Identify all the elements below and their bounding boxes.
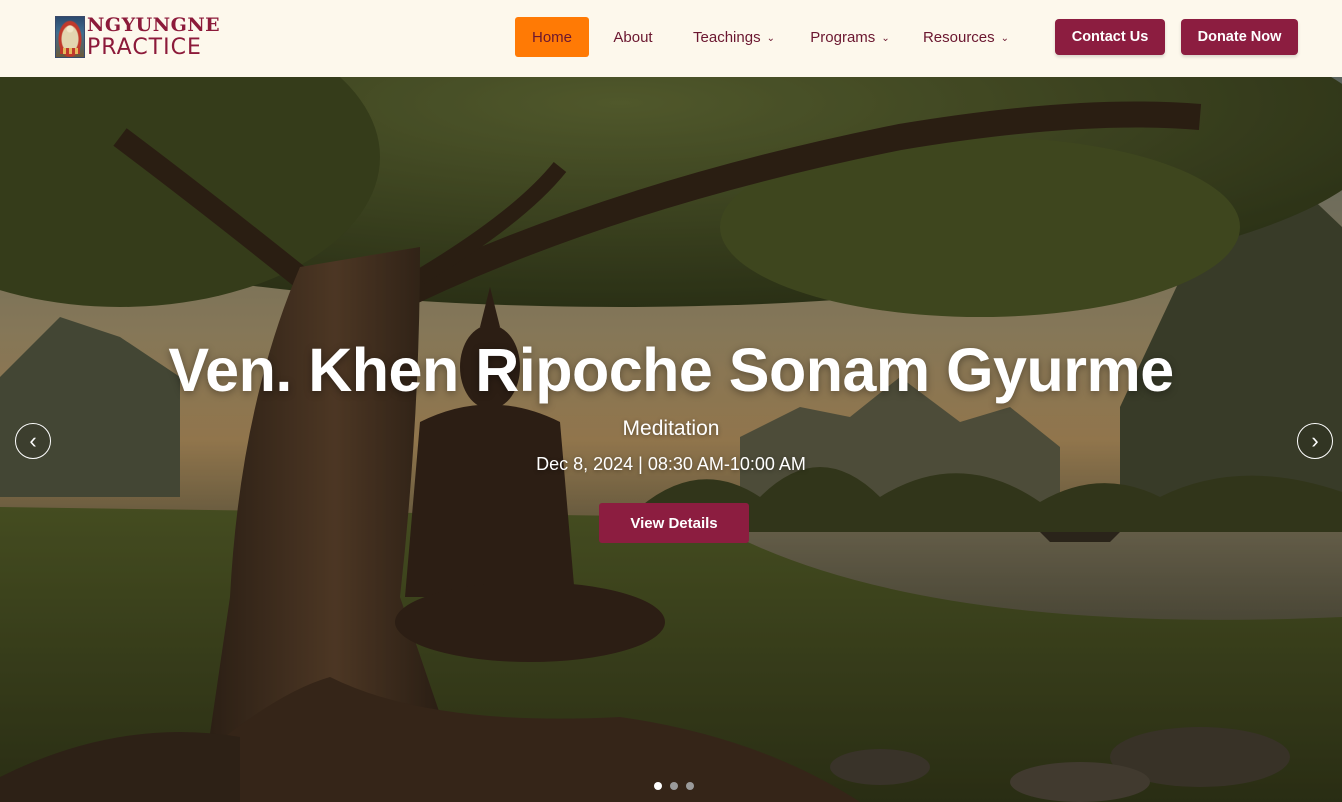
carousel-prev-button[interactable]: ‹ (15, 423, 51, 459)
hero-subtitle: Meditation (622, 417, 720, 440)
nav-item-home[interactable]: Home (515, 17, 589, 57)
nav-item-label: Teachings (693, 28, 761, 46)
site-header: NGYUNGNE PRACTICE Home About Teachings ⌄… (0, 0, 1342, 77)
hero-carousel: Ven. Khen Ripoche Sonam Gyurme Meditatio… (0, 77, 1342, 802)
nav-item-about[interactable]: About (593, 17, 673, 57)
carousel-dots (654, 782, 694, 790)
chevron-left-icon: ‹ (29, 428, 37, 453)
chevron-right-icon: › (1311, 428, 1319, 453)
nav-item-label: Home (531, 28, 572, 46)
donate-now-button[interactable]: Donate Now (1181, 19, 1298, 55)
carousel-dot-3[interactable] (686, 782, 694, 790)
contact-us-button[interactable]: Contact Us (1055, 19, 1165, 55)
chevron-down-icon: ⌄ (881, 32, 890, 44)
main-nav: Home About Teachings ⌄ Programs ⌄ Resour… (515, 17, 1021, 57)
carousel-dot-1[interactable] (654, 782, 662, 790)
logo-text-line2: PRACTICE (87, 35, 202, 60)
hero-event-date: Dec 8, 2024 | 08:30 AM-10:00 AM (536, 454, 806, 474)
chevron-down-icon: ⌄ (766, 32, 775, 44)
carousel-dot-2[interactable] (670, 782, 678, 790)
nav-item-label: About (613, 28, 653, 46)
nav-item-programs[interactable]: Programs ⌄ (795, 17, 905, 57)
nav-item-resources[interactable]: Resources ⌄ (911, 17, 1021, 57)
site-logo[interactable]: NGYUNGNE PRACTICE (55, 14, 220, 60)
chevron-down-icon: ⌄ (1000, 32, 1010, 44)
thangka-logo-icon (55, 16, 85, 58)
logo-text-line1: NGYUNGNE (87, 14, 221, 36)
carousel-next-button[interactable]: › (1297, 423, 1333, 459)
nav-item-label: Resources (922, 28, 995, 46)
view-details-button[interactable]: View Details (599, 503, 749, 543)
nav-item-teachings[interactable]: Teachings ⌄ (679, 17, 789, 57)
nav-item-label: Programs (810, 28, 876, 46)
hero-title: Ven. Khen Ripoche Sonam Gyurme (168, 336, 1174, 404)
